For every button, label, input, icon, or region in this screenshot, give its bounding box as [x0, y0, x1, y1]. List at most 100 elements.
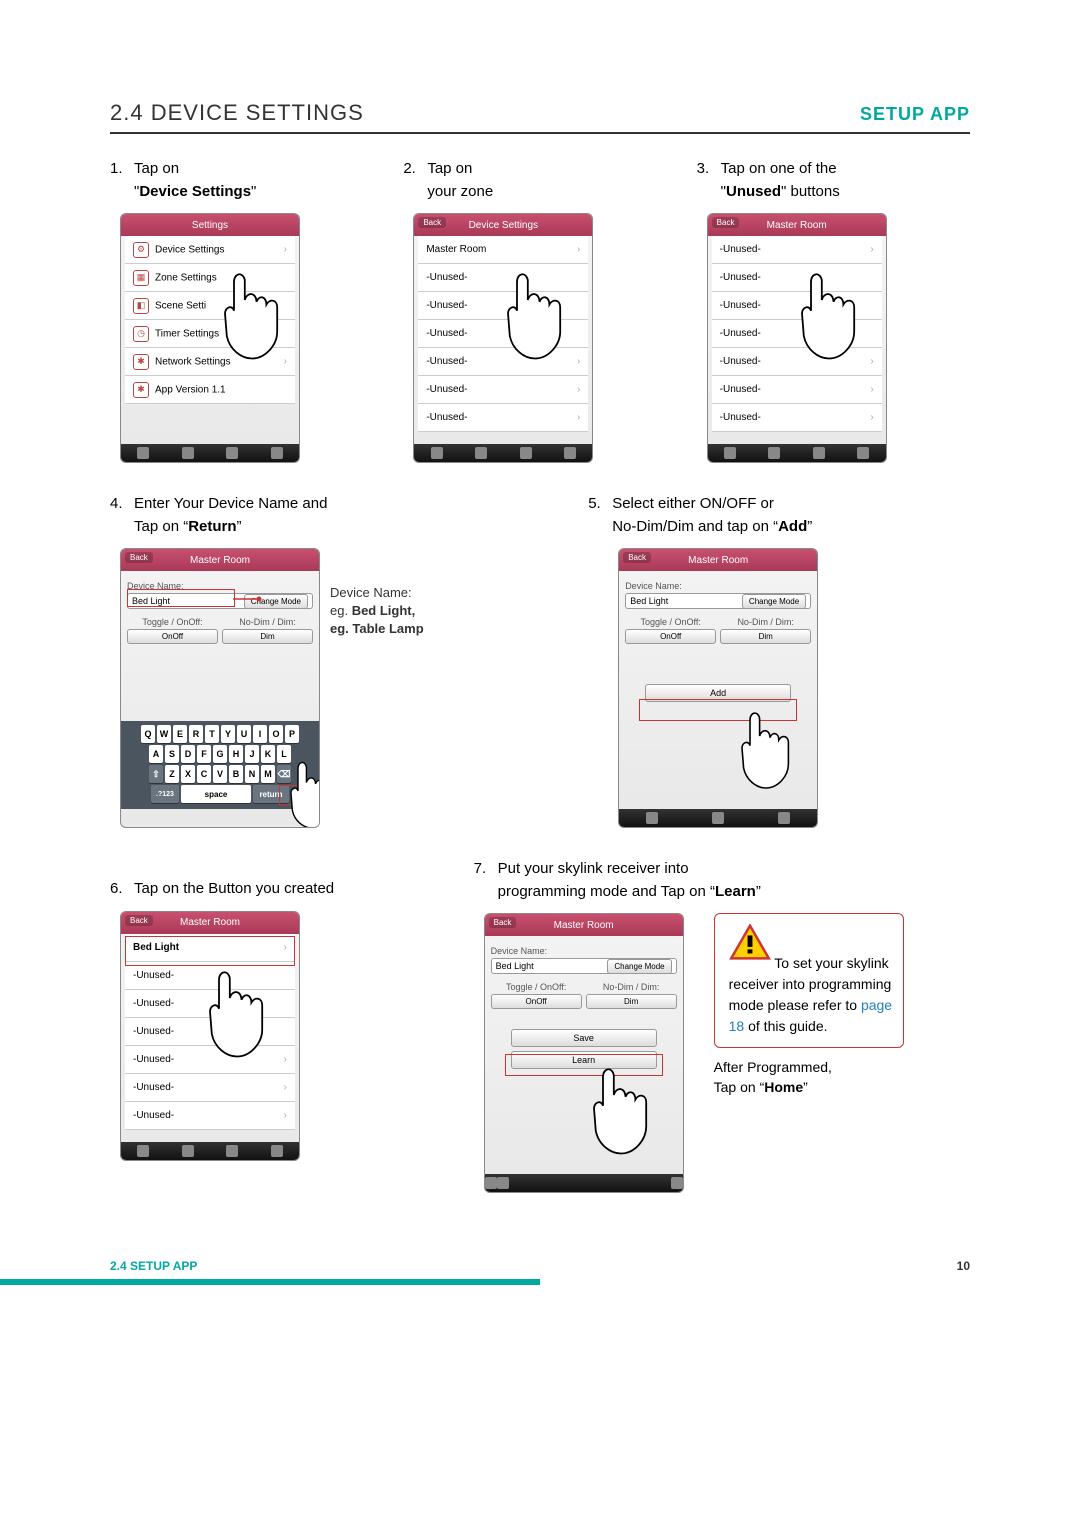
key-⌫[interactable]: ⌫: [277, 765, 291, 783]
row-master-room[interactable]: Master Room›: [418, 236, 588, 264]
key-z[interactable]: Z: [165, 765, 179, 783]
camera-icon[interactable]: [497, 1177, 509, 1189]
key-h[interactable]: H: [229, 745, 243, 763]
home-icon[interactable]: [724, 447, 736, 459]
setting-icon[interactable]: [671, 1177, 683, 1189]
row-unused[interactable]: -Unused-›: [125, 1102, 295, 1130]
key-w[interactable]: W: [157, 725, 171, 743]
screenshot-master-room: BackMaster Room -Unused-› -Unused- -Unus…: [707, 213, 887, 463]
key-v[interactable]: V: [213, 765, 227, 783]
camera-icon[interactable]: [182, 447, 194, 459]
key-l[interactable]: L: [277, 745, 291, 763]
row-network-settings[interactable]: ✱Network Settings›: [125, 348, 295, 376]
home-icon[interactable]: [431, 447, 443, 459]
info-icon: ✱: [133, 382, 149, 398]
setting-icon[interactable]: [857, 447, 869, 459]
onoff-button[interactable]: OnOff: [491, 994, 582, 1009]
key-num[interactable]: .?123: [151, 785, 179, 803]
key-t[interactable]: T: [205, 725, 219, 743]
row-unused[interactable]: -Unused-›: [418, 376, 588, 404]
key-a[interactable]: A: [149, 745, 163, 763]
key-u[interactable]: U: [237, 725, 251, 743]
row-unused[interactable]: -Unused-: [712, 292, 882, 320]
key-i[interactable]: I: [253, 725, 267, 743]
home-icon[interactable]: [646, 812, 658, 824]
tc-icon[interactable]: [226, 1145, 238, 1157]
row-unused[interactable]: -Unused-›: [712, 236, 882, 264]
camera-icon[interactable]: [475, 447, 487, 459]
onoff-button[interactable]: OnOff: [625, 629, 716, 644]
tc-icon[interactable]: [226, 447, 238, 459]
tc-icon[interactable]: [520, 447, 532, 459]
back-button[interactable]: Back: [125, 915, 153, 926]
row-unused[interactable]: -Unused-›: [712, 376, 882, 404]
camera-icon[interactable]: [768, 447, 780, 459]
row-unused[interactable]: -Unused-›: [125, 1046, 295, 1074]
row-unused[interactable]: -Unused-: [418, 320, 588, 348]
key-r[interactable]: R: [189, 725, 203, 743]
home-icon[interactable]: [137, 447, 149, 459]
tc-icon[interactable]: [813, 447, 825, 459]
tc-icon[interactable]: [778, 812, 790, 824]
key-y[interactable]: Y: [221, 725, 235, 743]
dim-button[interactable]: Dim: [720, 629, 811, 644]
home-icon[interactable]: [485, 1177, 497, 1189]
row-unused[interactable]: -Unused-: [125, 962, 295, 990]
back-button[interactable]: Back: [623, 552, 651, 563]
row-unused[interactable]: -Unused-: [712, 264, 882, 292]
back-button[interactable]: Back: [418, 217, 446, 228]
row-unused[interactable]: -Unused-›: [712, 348, 882, 376]
row-unused[interactable]: -Unused-: [125, 990, 295, 1018]
device-name-input[interactable]: Bed LightChange Mode: [491, 958, 677, 974]
row-scene-settings[interactable]: ◧Scene Setti: [125, 292, 295, 320]
dim-button[interactable]: Dim: [222, 629, 313, 644]
key-n[interactable]: N: [245, 765, 259, 783]
row-unused[interactable]: -Unused-: [125, 1018, 295, 1046]
bottom-tabs: [414, 444, 592, 462]
dim-button[interactable]: Dim: [586, 994, 677, 1009]
key-p[interactable]: P: [285, 725, 299, 743]
key-g[interactable]: G: [213, 745, 227, 763]
row-unused[interactable]: -Unused-›: [125, 1074, 295, 1102]
row-unused[interactable]: -Unused-›: [712, 404, 882, 432]
home-icon[interactable]: [137, 1145, 149, 1157]
row-zone-settings[interactable]: ▦Zone Settings: [125, 264, 295, 292]
row-unused[interactable]: -Unused-: [418, 292, 588, 320]
key-b[interactable]: B: [229, 765, 243, 783]
row-unused[interactable]: -Unused-: [418, 264, 588, 292]
step-6-num: 6.: [110, 878, 123, 901]
camera-icon[interactable]: [712, 812, 724, 824]
key-o[interactable]: O: [269, 725, 283, 743]
back-button[interactable]: Back: [125, 552, 153, 563]
key-s[interactable]: S: [165, 745, 179, 763]
save-button[interactable]: Save: [511, 1029, 657, 1047]
key-e[interactable]: E: [173, 725, 187, 743]
setting-icon[interactable]: [271, 447, 283, 459]
back-button[interactable]: Back: [489, 917, 517, 928]
key-⇧[interactable]: ⇧: [149, 765, 163, 783]
key-x[interactable]: X: [181, 765, 195, 783]
key-q[interactable]: Q: [141, 725, 155, 743]
bottom-tabs: [708, 444, 886, 462]
row-unused[interactable]: -Unused-›: [418, 404, 588, 432]
bottom-tabs: [121, 1142, 299, 1160]
change-mode-button[interactable]: Change Mode: [607, 959, 671, 974]
setting-icon[interactable]: [271, 1145, 283, 1157]
change-mode-button[interactable]: Change Mode: [742, 594, 806, 609]
row-unused[interactable]: -Unused-›: [418, 348, 588, 376]
back-button[interactable]: Back: [712, 217, 740, 228]
device-name-input[interactable]: Bed LightChange Mode: [625, 593, 811, 609]
row-timer-settings[interactable]: ◷Timer Settings: [125, 320, 295, 348]
key-f[interactable]: F: [197, 745, 211, 763]
setting-icon[interactable]: [564, 447, 576, 459]
key-d[interactable]: D: [181, 745, 195, 763]
key-c[interactable]: C: [197, 765, 211, 783]
camera-icon[interactable]: [182, 1145, 194, 1157]
key-j[interactable]: J: [245, 745, 259, 763]
row-device-settings[interactable]: ⚙Device Settings›: [125, 236, 295, 264]
key-k[interactable]: K: [261, 745, 275, 763]
key-space[interactable]: space: [181, 785, 251, 803]
onoff-button[interactable]: OnOff: [127, 629, 218, 644]
row-unused[interactable]: -Unused-: [712, 320, 882, 348]
key-m[interactable]: M: [261, 765, 275, 783]
